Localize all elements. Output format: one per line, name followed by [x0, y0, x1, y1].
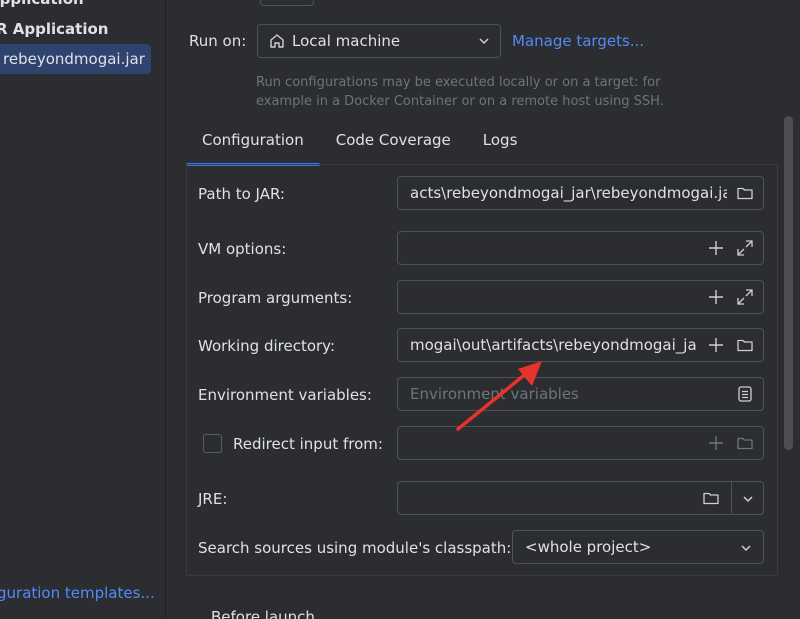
tab-configuration[interactable]: Configuration [186, 120, 320, 166]
classpath-select[interactable]: <whole project> [512, 530, 764, 564]
run-on-help-text: Run configurations may be executed local… [256, 75, 664, 109]
run-on-value: Local machine [292, 32, 401, 50]
plus-icon[interactable] [707, 239, 725, 257]
config-tabs: Configuration Code Coverage Logs [186, 120, 533, 166]
chevron-down-icon [743, 496, 753, 503]
path-to-jar-value: acts\rebeyondmogai_jar\rebeyondmogai.jar [410, 184, 727, 202]
expand-icon[interactable] [736, 239, 754, 257]
folder-icon[interactable] [736, 336, 754, 354]
plus-icon[interactable] [707, 288, 725, 306]
jre-label: JRE: [198, 490, 228, 508]
sidebar-group-jar-application[interactable]: R Application [0, 20, 108, 38]
environment-variables-label: Environment variables: [198, 386, 372, 404]
plus-icon[interactable] [707, 434, 725, 452]
vm-options-label: VM options: [198, 240, 287, 258]
classpath-value: <whole project> [525, 538, 652, 556]
plus-icon[interactable] [707, 336, 725, 354]
path-to-jar-field[interactable]: acts\rebeyondmogai_jar\rebeyondmogai.jar [397, 176, 764, 210]
folder-icon[interactable] [736, 184, 754, 202]
sidebar: Application R Application rebeyondmogai.… [0, 0, 166, 619]
tab-code-coverage[interactable]: Code Coverage [320, 120, 467, 166]
environment-variables-placeholder: Environment variables [410, 385, 579, 403]
folder-icon[interactable] [736, 434, 754, 452]
program-arguments-label: Program arguments: [198, 289, 353, 307]
document-list-icon[interactable] [736, 385, 754, 403]
jre-dropdown-button[interactable] [731, 481, 764, 515]
jre-field[interactable] [397, 481, 732, 515]
redirect-input-checkbox[interactable] [203, 434, 222, 453]
run-on-select[interactable]: Local machine [257, 24, 501, 58]
redirect-input-label: Redirect input from: [233, 435, 383, 453]
classpath-label: Search sources using module's classpath: [198, 539, 512, 557]
environment-variables-field[interactable]: Environment variables [397, 377, 764, 411]
sidebar-item-rebeyondmogai-jar[interactable]: rebeyondmogai.jar [0, 44, 151, 74]
tab-logs[interactable]: Logs [467, 120, 534, 166]
sidebar-cut-label: Application [0, 0, 84, 8]
chevron-down-icon [741, 545, 751, 552]
before-launch-label: Before launch [211, 608, 315, 619]
configuration-panel: Path to JAR: acts\rebeyondmogai_jar\rebe… [186, 165, 778, 576]
program-arguments-field[interactable] [397, 280, 764, 314]
redirect-input-field[interactable] [397, 426, 764, 460]
path-to-jar-label: Path to JAR: [198, 185, 285, 203]
edit-configuration-templates-link[interactable]: guration templates... [0, 584, 155, 602]
working-directory-field[interactable]: mogai\out\artifacts\rebeyondmogai_jar [397, 328, 764, 362]
vertical-scrollbar[interactable] [784, 116, 793, 450]
folder-icon[interactable] [702, 489, 720, 507]
run-configuration-editor: Run on: Local machine Manage targets... … [167, 0, 800, 619]
name-field-stub[interactable] [260, 0, 314, 6]
manage-targets-link[interactable]: Manage targets... [512, 32, 644, 50]
expand-icon[interactable] [736, 288, 754, 306]
vm-options-field[interactable] [397, 231, 764, 265]
chevron-down-icon [479, 38, 489, 45]
run-on-label: Run on: [189, 32, 247, 50]
working-directory-value: mogai\out\artifacts\rebeyondmogai_jar [410, 336, 697, 354]
home-icon [270, 34, 284, 48]
working-directory-label: Working directory: [198, 337, 336, 355]
